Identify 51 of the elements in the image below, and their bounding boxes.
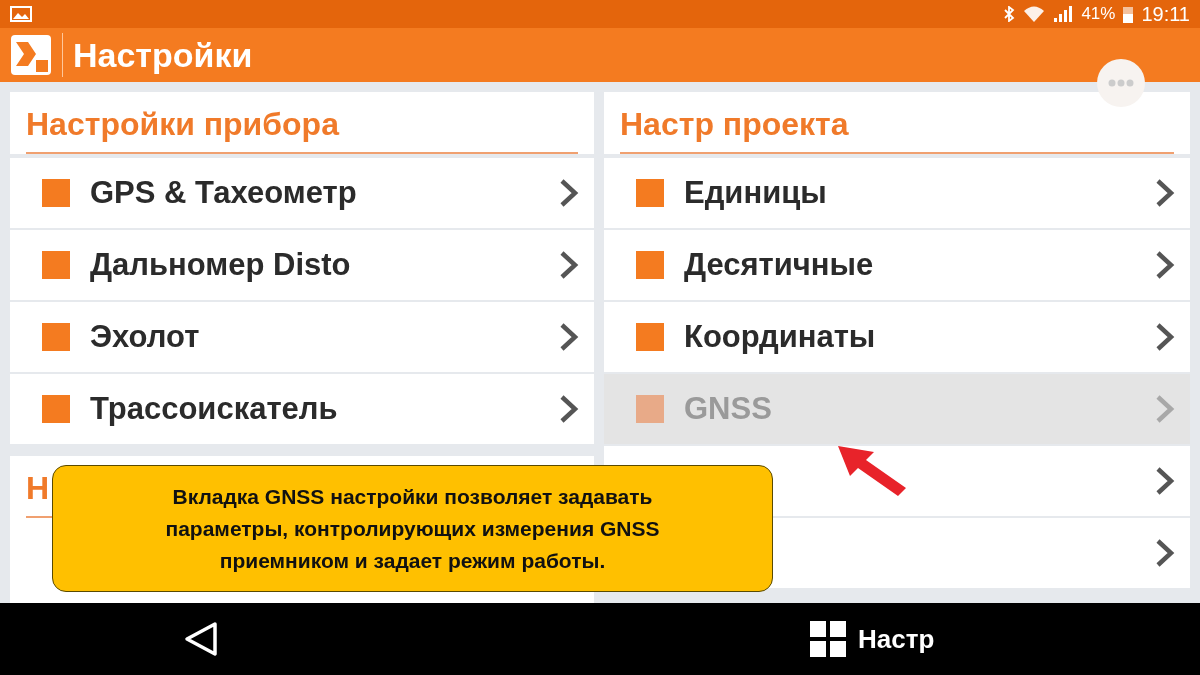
row-label: Координаты [684,317,876,356]
signal-icon [1053,6,1074,22]
chevron-icon [558,250,580,280]
chevron-icon [558,322,580,352]
pointer-arrow [836,444,908,498]
app-title: Настройки [73,34,253,76]
grid-icon [810,621,846,657]
callout-text: Вкладка GNSS настройки позволяет задавать параметры, контролирующих измерения GNSS приемником и задает режим работы. [164,483,661,574]
settings-row[interactable]: Трассоискатель [10,374,594,444]
bullet-icon [42,179,70,207]
section-heading: Настройки прибора [26,106,339,142]
bullet-icon [636,179,664,207]
bullet-icon [42,251,70,279]
row-label: Эхолот [90,317,200,356]
back-icon[interactable] [183,621,219,657]
settings-row[interactable]: Десятичные [604,230,1190,300]
section-heading: Настр проекта [620,106,849,142]
battery-icon [1123,5,1134,23]
settings-menu-button[interactable]: Настр [810,619,935,659]
chevron-icon [1154,394,1176,424]
clock: 19:11 [1141,2,1190,27]
row-label: GPS & Тахеометр [90,173,357,212]
app-logo-icon [10,34,52,76]
battery-percent: 41% [1081,3,1116,26]
row-label: GNSS [684,389,772,428]
chevron-icon [558,178,580,208]
bluetooth-icon [1003,6,1016,22]
chevron-icon [1154,538,1176,568]
section-heading: Н [26,470,50,506]
bullet-icon [636,323,664,351]
bullet-icon [42,323,70,351]
more-icon [1108,79,1134,87]
settings-row[interactable]: Эхолот [10,302,594,372]
row-label: Единицы [684,173,827,212]
row-label: Десятичные [684,245,874,284]
bullet-icon [42,395,70,423]
chevron-icon [1154,322,1176,352]
chevron-icon [558,394,580,424]
row-label: Дальномер Disto [90,245,351,284]
wifi-icon [1023,5,1046,23]
chevron-icon [1154,178,1176,208]
bullet-icon [636,251,664,279]
settings-row[interactable]: Дальномер Disto [10,230,594,300]
settings-row[interactable]: GPS & Тахеометр [10,158,594,228]
chevron-icon [1154,466,1176,496]
settings-row[interactable]: Единицы [604,158,1190,228]
image-icon [10,6,32,22]
bullet-icon [636,395,664,423]
settings-row[interactable]: Координаты [604,302,1190,372]
row-label: Трассоискатель [90,389,338,428]
chevron-icon [1154,250,1176,280]
